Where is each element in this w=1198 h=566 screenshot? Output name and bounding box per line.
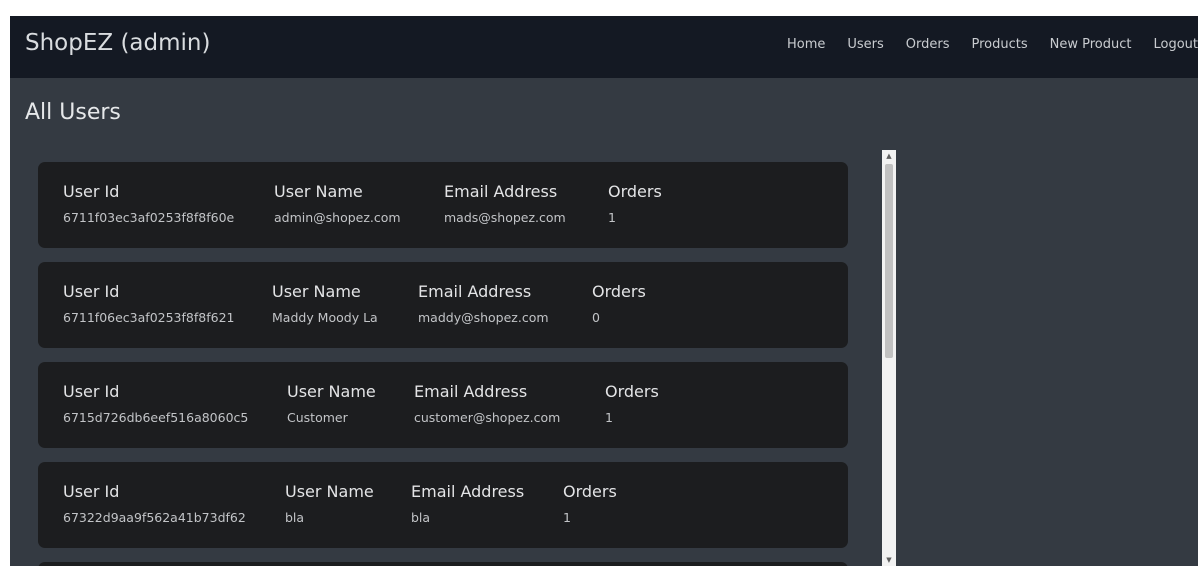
- user-name-label: User Name: [285, 482, 374, 501]
- user-id-field: User Id 6715d726db6eef516a8060c5: [63, 382, 248, 425]
- orders-label: Orders: [563, 482, 617, 501]
- user-id-field: User Id 67322d9aa9f562a41b73df62: [63, 482, 246, 525]
- email-value: maddy@shopez.com: [418, 310, 549, 325]
- nav-link-products[interactable]: Products: [971, 37, 1027, 52]
- user-id-label: User Id: [63, 282, 120, 301]
- orders-value: 0: [592, 310, 600, 325]
- user-name-label: User Name: [287, 382, 376, 401]
- user-name-field: User Name admin@shopez.com: [274, 182, 401, 225]
- orders-value: 1: [608, 210, 616, 225]
- navbar: ShopEZ (admin) Home Users Orders Product…: [10, 16, 1198, 78]
- user-id-value: 6711f03ec3af0253f8f8f60e: [63, 210, 235, 225]
- orders-label: Orders: [608, 182, 662, 201]
- nav-links: Home Users Orders Products New Product L…: [765, 37, 1198, 52]
- email-field: Email Address bla: [411, 482, 524, 525]
- email-label: Email Address: [414, 382, 528, 401]
- email-value: customer@shopez.com: [414, 410, 561, 425]
- email-label: Email Address: [411, 482, 525, 501]
- user-id-value: 6711f06ec3af0253f8f8f621: [63, 310, 235, 325]
- user-name-field: User Name Customer: [287, 382, 376, 425]
- user-name-value: admin@shopez.com: [274, 210, 401, 225]
- nav-link-new-product[interactable]: New Product: [1050, 37, 1132, 52]
- scroll-thumb[interactable]: [885, 164, 893, 358]
- user-name-field: User Name bla: [285, 482, 374, 525]
- user-card: User Id 67322d9aa9f562a41b73df62 User Na…: [38, 462, 848, 548]
- email-field: Email Address customer@shopez.com: [414, 382, 560, 425]
- user-card-partial: [38, 562, 848, 566]
- orders-label: Orders: [592, 282, 646, 301]
- user-card: User Id 6711f03ec3af0253f8f8f60e User Na…: [38, 162, 848, 248]
- user-id-field: User Id 6711f03ec3af0253f8f8f60e: [63, 182, 234, 225]
- nav-link-users[interactable]: Users: [847, 37, 883, 52]
- user-name-value: Maddy Moody La: [272, 310, 378, 325]
- user-name-value: Customer: [287, 410, 348, 425]
- scroll-down-arrow-icon[interactable]: ▼: [882, 554, 896, 566]
- email-value: bla: [411, 510, 431, 525]
- users-list[interactable]: User Id 6711f03ec3af0253f8f8f60e User Na…: [38, 162, 848, 566]
- user-name-value: bla: [285, 510, 305, 525]
- nav-link-orders[interactable]: Orders: [906, 37, 950, 52]
- email-field: Email Address maddy@shopez.com: [418, 282, 549, 325]
- user-card: User Id 6711f06ec3af0253f8f8f621 User Na…: [38, 262, 848, 348]
- email-field: Email Address mads@shopez.com: [444, 182, 566, 225]
- user-id-field: User Id 6711f06ec3af0253f8f8f621: [63, 282, 234, 325]
- email-value: mads@shopez.com: [444, 210, 566, 225]
- orders-field: Orders 1: [605, 382, 659, 425]
- orders-value: 1: [563, 510, 571, 525]
- orders-field: Orders 1: [608, 182, 662, 225]
- orders-label: Orders: [605, 382, 659, 401]
- nav-link-home[interactable]: Home: [787, 37, 825, 52]
- user-id-label: User Id: [63, 382, 120, 401]
- user-id-label: User Id: [63, 182, 120, 201]
- email-label: Email Address: [418, 282, 532, 301]
- nav-link-logout[interactable]: Logout: [1153, 37, 1198, 52]
- user-name-label: User Name: [274, 182, 363, 201]
- orders-field: Orders 0: [592, 282, 646, 325]
- orders-value: 1: [605, 410, 613, 425]
- list-scrollbar[interactable]: ▲ ▼: [882, 150, 896, 566]
- orders-field: Orders 1: [563, 482, 617, 525]
- email-label: Email Address: [444, 182, 558, 201]
- user-id-value: 6715d726db6eef516a8060c5: [63, 410, 249, 425]
- page-title: All Users: [25, 100, 121, 125]
- app-page: ShopEZ (admin) Home Users Orders Product…: [10, 16, 1198, 566]
- user-id-value: 67322d9aa9f562a41b73df62: [63, 510, 246, 525]
- user-id-label: User Id: [63, 482, 120, 501]
- user-card: User Id 6715d726db6eef516a8060c5 User Na…: [38, 362, 848, 448]
- scroll-up-arrow-icon[interactable]: ▲: [882, 150, 896, 162]
- brand-title[interactable]: ShopEZ (admin): [25, 30, 210, 56]
- user-name-field: User Name Maddy Moody La: [272, 282, 378, 325]
- user-name-label: User Name: [272, 282, 361, 301]
